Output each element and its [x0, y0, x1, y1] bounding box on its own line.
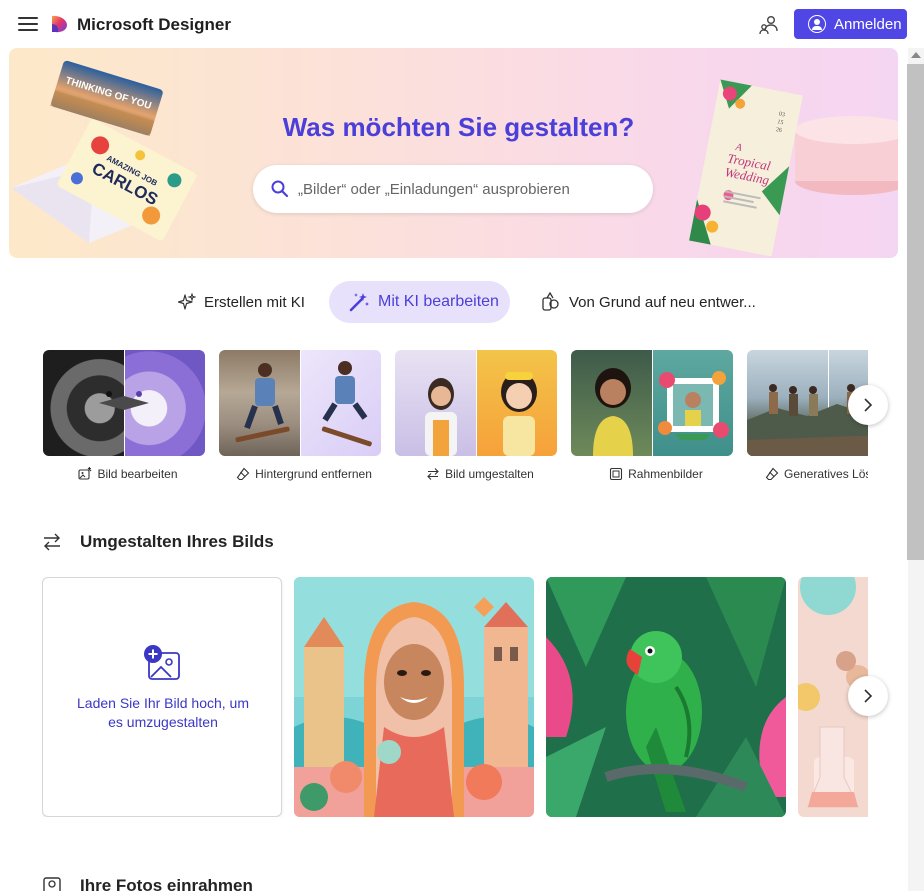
wedding-invitation-illustration: A Tropical Wedding 03 15 26	[689, 79, 898, 257]
restyle-next-button[interactable]	[848, 676, 888, 716]
user-avatar-icon	[808, 15, 826, 33]
search-input[interactable]	[298, 180, 638, 198]
tab-label: Erstellen mit KI	[204, 293, 305, 311]
tool-card-edit-image[interactable]: Bild bearbeiten	[43, 350, 205, 490]
tool-label-text: Bild bearbeiten	[97, 467, 178, 481]
tool-card-generative-erase[interactable]: Generatives Lösc	[747, 350, 868, 490]
tab-design-from-scratch[interactable]: Von Grund auf neu entwer...	[541, 281, 756, 323]
tool-label: Generatives Lösc	[747, 467, 868, 481]
hero-banner: AMAZING JOB CARLOS THINKING OF YOU A Tro…	[9, 48, 898, 258]
restyle-example-parrot[interactable]	[546, 577, 786, 817]
tab-label: Mit KI bearbeiten	[378, 293, 499, 310]
section-title: Umgestalten Ihres Bilds	[80, 532, 274, 551]
tool-label: Bild umgestalten	[395, 467, 565, 481]
share-people-icon[interactable]	[758, 14, 780, 36]
hamburger-menu-icon[interactable]	[18, 14, 38, 34]
tab-create-with-ai[interactable]: Erstellen mit KI	[178, 281, 305, 323]
tool-card-restyle-image[interactable]: Bild umgestalten	[395, 350, 557, 490]
image-add-icon	[144, 645, 180, 680]
tool-label-text: Hintergrund entfernen	[255, 467, 372, 481]
jungle-parrot-image	[546, 577, 786, 817]
arrows-swap-icon	[427, 468, 439, 480]
section-frame-header: Ihre Fotos einrahmen	[42, 876, 253, 891]
tab-edit-with-ai[interactable]: Mit KI bearbeiten	[329, 281, 510, 323]
hero-title: Was möchten Sie gestalten?	[282, 112, 635, 142]
chevron-right-icon	[864, 689, 873, 703]
tool-card-frame-images[interactable]: Rahmenbilder	[571, 350, 733, 490]
eraser-icon	[236, 467, 250, 481]
section-title: Ihre Fotos einrahmen	[80, 876, 253, 891]
frame-icon	[610, 467, 623, 481]
app-title: Microsoft Designer	[77, 15, 231, 34]
paper-art-woman-image	[294, 577, 534, 817]
mode-tabs: Erstellen mit KI Mit KI bearbeiten Von G…	[0, 280, 908, 324]
sparkle-icon	[178, 293, 196, 310]
designer-logo-icon	[52, 15, 67, 33]
scroll-up-arrow-icon[interactable]	[911, 52, 921, 58]
eraser-icon	[765, 467, 779, 481]
search-icon	[271, 180, 289, 198]
magic-wand-icon	[349, 293, 369, 312]
chevron-right-icon	[864, 398, 873, 412]
tool-thumbnail	[571, 350, 733, 456]
top-header: Microsoft Designer Anmelden	[0, 0, 908, 48]
arrows-swap-icon	[44, 533, 60, 551]
upload-image-card[interactable]: Laden Sie Ihr Bild hoch, um es umzugesta…	[42, 577, 282, 817]
tool-label: Rahmenbilder	[571, 467, 741, 481]
tool-thumbnail	[43, 350, 205, 456]
tool-card-remove-background[interactable]: Hintergrund entfernen	[219, 350, 381, 490]
search-box[interactable]	[253, 165, 653, 213]
tab-label: Von Grund auf neu entwer...	[569, 293, 756, 311]
scrollbar-thumb[interactable]	[907, 64, 924, 560]
restyle-carousel: Laden Sie Ihr Bild hoch, um es umzugesta…	[42, 577, 868, 817]
tool-thumbnail	[395, 350, 557, 456]
signin-button[interactable]: Anmelden	[794, 9, 907, 39]
upload-card-text: Laden Sie Ihr Bild hoch, um es umzugesta…	[77, 695, 249, 730]
image-edit-icon	[78, 467, 92, 480]
tools-next-button[interactable]	[848, 385, 888, 425]
section-restyle-header: Umgestalten Ihres Bilds	[42, 530, 274, 554]
ai-tools-carousel: Bild bearbeiten Hintergrund entfernen Bi…	[43, 350, 868, 490]
tool-label: Hintergrund entfernen	[219, 467, 389, 481]
signin-label: Anmelden	[834, 15, 902, 33]
tool-label-text: Rahmenbilder	[628, 467, 703, 481]
tool-thumbnail	[219, 350, 381, 456]
tool-label: Bild bearbeiten	[43, 467, 213, 481]
tool-label-text: Bild umgestalten	[445, 467, 534, 481]
greeting-cards-illustration: AMAZING JOB CARLOS THINKING OF YOU	[11, 60, 197, 243]
tool-label-text: Generatives Lösc	[784, 467, 868, 481]
shapes-icon	[542, 292, 559, 311]
restyle-example-paper-woman[interactable]	[294, 577, 534, 817]
frame-icon	[43, 877, 61, 891]
